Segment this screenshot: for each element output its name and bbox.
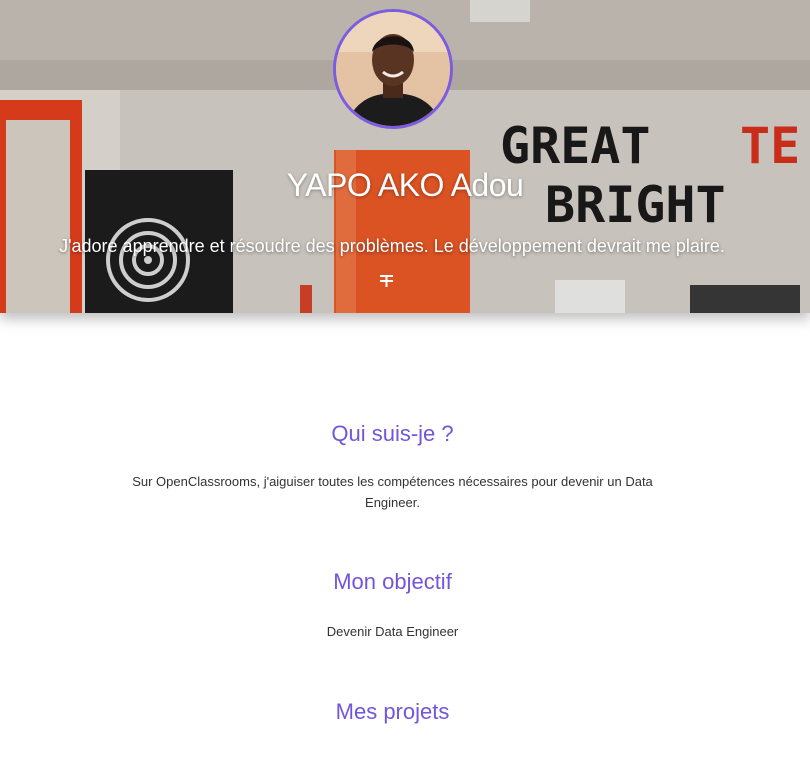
profile-name: YAPO AKO Adou [286,167,524,204]
projects-title: Mes projets [335,699,450,724]
profile-tagline: J'adore apprendre et résoudre des problè… [59,236,725,256]
expand-arrows-icon[interactable] [379,272,395,288]
goal-title: Mon objectif [333,569,452,594]
about-title: Qui suis-je ? [331,421,454,446]
profile-avatar [333,9,453,129]
hero-header: GREAT TE BRIGHT YAPO AKO Adou J'adore ap… [0,0,810,313]
goal-text: Devenir Data Engineer [326,624,459,639]
about-text: Sur OpenClassrooms, j'aiguiser toutes le… [132,474,653,510]
